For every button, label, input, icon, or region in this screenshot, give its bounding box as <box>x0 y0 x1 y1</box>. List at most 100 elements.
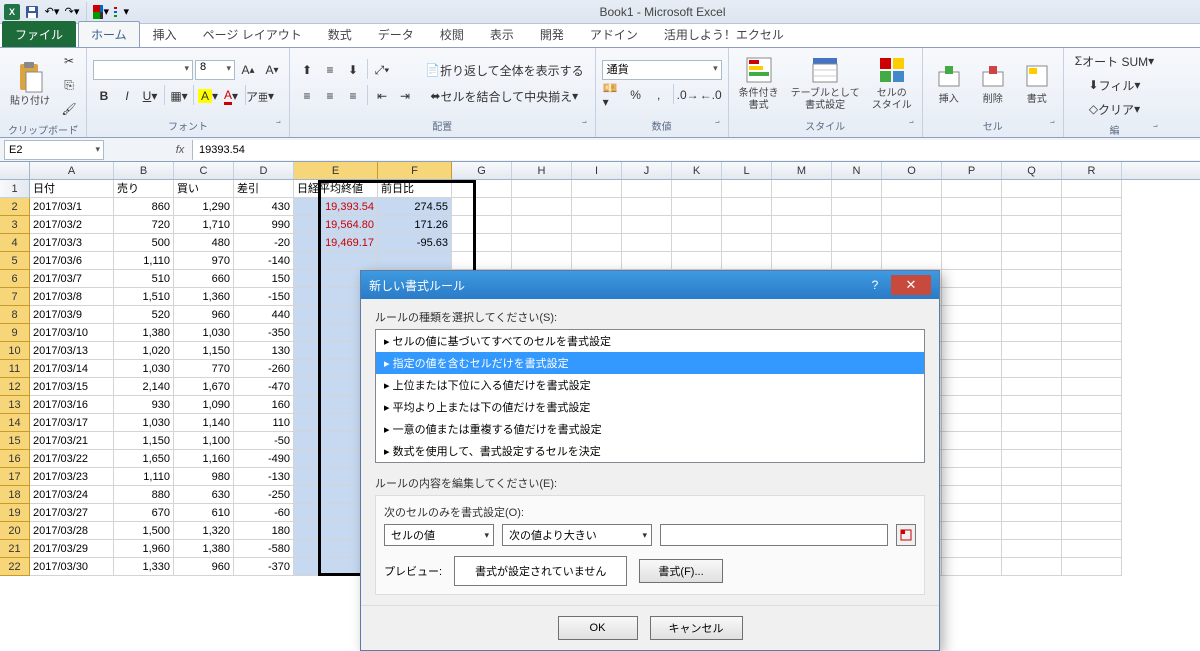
column-header-B[interactable]: B <box>114 162 174 179</box>
cell[interactable] <box>1002 252 1062 270</box>
row-header[interactable]: 5 <box>0 252 30 270</box>
cell[interactable]: 960 <box>174 306 234 324</box>
cell[interactable] <box>942 216 1002 234</box>
align-left-button[interactable]: ≡ <box>296 85 318 107</box>
row-header[interactable]: 2 <box>0 198 30 216</box>
dialog-close-button[interactable]: ✕ <box>891 275 931 295</box>
cell[interactable]: 1,030 <box>174 324 234 342</box>
cell[interactable] <box>1062 342 1122 360</box>
cell[interactable]: 1,110 <box>114 252 174 270</box>
cell[interactable]: 480 <box>174 234 234 252</box>
decrease-font-button[interactable]: A▾ <box>261 59 283 81</box>
cell[interactable]: 880 <box>114 486 174 504</box>
increase-indent-button[interactable]: ⇥ <box>394 85 416 107</box>
cell[interactable] <box>512 198 572 216</box>
cell[interactable]: 630 <box>174 486 234 504</box>
cell[interactable]: -350 <box>234 324 294 342</box>
cell[interactable] <box>1062 306 1122 324</box>
cell[interactable] <box>722 180 772 198</box>
row-header[interactable]: 19 <box>0 504 30 522</box>
column-header-Q[interactable]: Q <box>1002 162 1062 179</box>
cell[interactable] <box>1062 396 1122 414</box>
cell[interactable] <box>832 198 882 216</box>
cell[interactable] <box>942 234 1002 252</box>
cell[interactable] <box>832 216 882 234</box>
font-color-button[interactable]: A▾ <box>220 85 242 107</box>
cell[interactable]: 520 <box>114 306 174 324</box>
cell[interactable]: 1,650 <box>114 450 174 468</box>
cell[interactable]: -95.63 <box>378 234 452 252</box>
cell[interactable] <box>942 324 1002 342</box>
cell[interactable]: 980 <box>174 468 234 486</box>
cell[interactable]: 2017/03/1 <box>30 198 114 216</box>
cell[interactable] <box>622 234 672 252</box>
format-painter-button[interactable]: 🖌 <box>58 98 80 120</box>
currency-button[interactable]: 💴▾ <box>602 84 624 106</box>
tab-addins[interactable]: アドイン <box>577 21 651 47</box>
column-header-I[interactable]: I <box>572 162 622 179</box>
cell[interactable]: 1,290 <box>174 198 234 216</box>
cell[interactable] <box>1002 558 1062 576</box>
increase-font-button[interactable]: A▴ <box>237 59 259 81</box>
cell[interactable]: 1,960 <box>114 540 174 558</box>
cell[interactable]: 171.26 <box>378 216 452 234</box>
cell[interactable] <box>772 180 832 198</box>
cell[interactable] <box>832 180 882 198</box>
name-box[interactable]: E2 <box>4 140 104 160</box>
cell[interactable] <box>622 252 672 270</box>
delete-cells-button[interactable]: 削除 <box>973 58 1013 108</box>
cell[interactable]: 差引 <box>234 180 294 198</box>
cell[interactable]: 2017/03/27 <box>30 504 114 522</box>
cancel-button[interactable]: キャンセル <box>650 616 743 640</box>
rule-type-item[interactable]: ▸ 数式を使用して、書式設定するセルを決定 <box>376 440 924 462</box>
cell[interactable] <box>942 468 1002 486</box>
rule-type-list[interactable]: ▸ セルの値に基づいてすべてのセルを書式設定▸ 指定の値を含むセルだけを書式設定… <box>375 329 925 463</box>
align-center-button[interactable]: ≡ <box>319 85 341 107</box>
cell[interactable]: 日経平均終値 <box>294 180 378 198</box>
cell[interactable]: 買い <box>174 180 234 198</box>
align-bottom-button[interactable]: ⬇ <box>342 59 364 81</box>
redo-icon[interactable]: ↷▾ <box>64 4 80 20</box>
rule-type-item[interactable]: ▸ 平均より上または下の値だけを書式設定 <box>376 396 924 418</box>
cell[interactable]: -470 <box>234 378 294 396</box>
cell[interactable] <box>882 216 942 234</box>
column-header-M[interactable]: M <box>772 162 832 179</box>
cell[interactable]: 2,140 <box>114 378 174 396</box>
tab-pagelayout[interactable]: ページ レイアウト <box>190 21 315 47</box>
cell[interactable] <box>1002 468 1062 486</box>
cell[interactable]: 770 <box>174 360 234 378</box>
cell[interactable]: 180 <box>234 522 294 540</box>
cell[interactable] <box>1002 450 1062 468</box>
cell[interactable] <box>452 198 512 216</box>
decrease-decimal-button[interactable]: ←.0 <box>700 84 722 106</box>
cell[interactable] <box>882 198 942 216</box>
cell[interactable]: 2017/03/6 <box>30 252 114 270</box>
cell[interactable]: -260 <box>234 360 294 378</box>
cell[interactable] <box>942 198 1002 216</box>
cell[interactable] <box>622 216 672 234</box>
row-header[interactable]: 20 <box>0 522 30 540</box>
font-name-combo[interactable] <box>93 60 193 80</box>
cell[interactable]: -250 <box>234 486 294 504</box>
number-format-combo[interactable]: 通貨 <box>602 60 722 80</box>
fx-button[interactable]: fx <box>168 144 192 156</box>
cell[interactable] <box>1062 432 1122 450</box>
cut-button[interactable]: ✂ <box>58 50 80 72</box>
cell[interactable] <box>1062 216 1122 234</box>
cell[interactable] <box>942 486 1002 504</box>
cell[interactable] <box>1002 486 1062 504</box>
cell[interactable] <box>378 252 452 270</box>
cell[interactable] <box>1062 504 1122 522</box>
cell[interactable]: 売り <box>114 180 174 198</box>
cell[interactable] <box>772 234 832 252</box>
cell[interactable] <box>672 216 722 234</box>
cell[interactable] <box>832 252 882 270</box>
column-header-A[interactable]: A <box>30 162 114 179</box>
cell[interactable]: 670 <box>114 504 174 522</box>
cell[interactable]: -130 <box>234 468 294 486</box>
copy-button[interactable]: ⎘ <box>58 74 80 96</box>
cell[interactable] <box>1062 486 1122 504</box>
cell[interactable]: 510 <box>114 270 174 288</box>
column-header-H[interactable]: H <box>512 162 572 179</box>
font-size-combo[interactable]: 8 <box>195 60 235 80</box>
